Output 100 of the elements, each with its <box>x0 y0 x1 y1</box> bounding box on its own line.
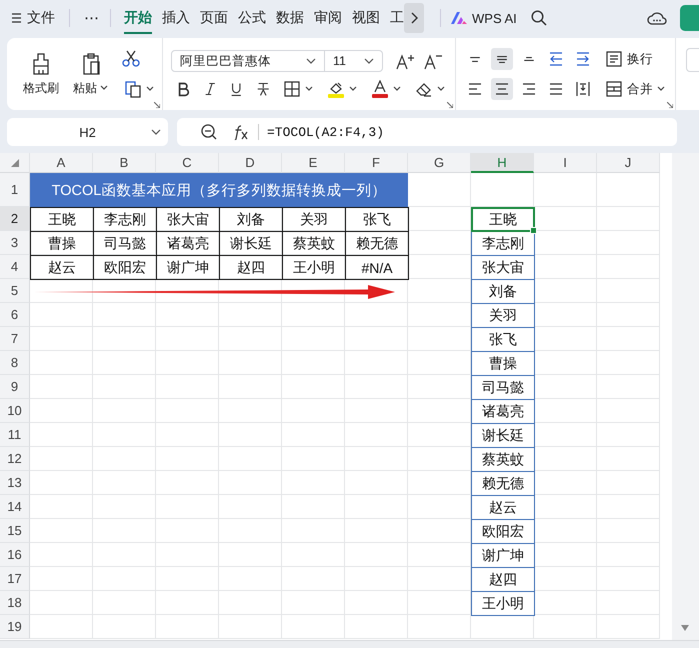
table-cell: 王小明 <box>471 591 535 616</box>
table-cell: 赵云 <box>30 255 94 280</box>
row-header[interactable]: 7 <box>0 327 30 351</box>
caret-icon <box>305 86 313 92</box>
align-middle-button[interactable] <box>491 48 513 70</box>
table-cell: 欧阳宏 <box>471 519 535 544</box>
caret-icon[interactable] <box>151 129 161 135</box>
zoom-out-icon[interactable] <box>201 124 217 140</box>
corner-triangle-icon <box>10 158 18 166</box>
fill-handle[interactable] <box>530 227 537 234</box>
chevron-right-icon <box>410 12 418 24</box>
merge-button[interactable]: 合并 <box>603 80 667 98</box>
decrease-font-icon[interactable] <box>423 52 443 70</box>
table-cell: 张飞 <box>471 327 535 352</box>
ribbon-tab[interactable]: 工 <box>390 2 404 34</box>
ribbon-tab[interactable]: 公式 <box>238 2 266 34</box>
formula-input[interactable]: =TOCOL(A2:F4,3) <box>267 124 384 140</box>
search-icon[interactable] <box>530 10 547 26</box>
align-center-button[interactable] <box>491 78 513 100</box>
caret-icon <box>393 86 401 92</box>
scissors-icon[interactable] <box>122 50 140 68</box>
table-cell: 张大宙 <box>471 255 535 280</box>
ai-logo-icon <box>451 12 467 24</box>
wrap-text-button[interactable]: 换行 <box>603 50 655 68</box>
row-header[interactable]: 4 <box>0 255 30 279</box>
file-menu[interactable]: 文件 <box>8 7 59 29</box>
table-cell: 张飞 <box>345 207 409 232</box>
column-header[interactable]: C <box>156 153 219 173</box>
column-header[interactable]: G <box>408 153 471 173</box>
row-header[interactable]: 13 <box>0 471 30 495</box>
row-header[interactable]: 1 <box>0 173 30 207</box>
cloud-icon[interactable] <box>647 10 667 26</box>
column-header[interactable]: I <box>534 153 597 173</box>
table-cell: 司马懿 <box>471 375 535 400</box>
table-cell: 李志刚 <box>471 231 535 256</box>
column-header[interactable]: D <box>219 153 282 173</box>
more-button[interactable]: ⋯ <box>80 7 104 29</box>
ribbon-tab[interactable]: 开始 <box>124 2 152 34</box>
row-header[interactable]: 16 <box>0 543 30 567</box>
row-header[interactable]: 15 <box>0 519 30 543</box>
row-header[interactable]: 12 <box>0 447 30 471</box>
row-header[interactable]: 17 <box>0 567 30 591</box>
fill-color-button[interactable] <box>325 80 359 98</box>
table-cell: 赖无德 <box>471 471 535 496</box>
scroll-tabs-button[interactable] <box>404 3 424 33</box>
table-cell: 赵四 <box>471 567 535 592</box>
row-header[interactable]: 2 <box>0 207 30 231</box>
ribbon-tab[interactable]: 审阅 <box>314 2 342 34</box>
caret-icon <box>100 85 108 91</box>
paste-button[interactable]: 粘贴 <box>69 50 112 98</box>
scroll-down-icon[interactable] <box>681 625 689 631</box>
row-header[interactable]: 18 <box>0 591 30 615</box>
fill-color-icon <box>327 80 345 98</box>
dialog-launcher-icon[interactable] <box>667 102 673 108</box>
row-header[interactable]: 8 <box>0 351 30 375</box>
font-name-dropdown[interactable]: 阿里巴巴普惠体 <box>171 50 325 72</box>
column-header[interactable]: H <box>471 153 534 173</box>
table-cell: 王晓 <box>30 207 94 232</box>
align-middle-icon <box>497 56 507 62</box>
name-box[interactable]: H2 <box>7 118 168 146</box>
merge-icon <box>605 80 623 98</box>
column-header[interactable]: B <box>93 153 156 173</box>
table-cell: 诸葛亮 <box>471 399 535 424</box>
align-bottom-icon <box>524 57 534 61</box>
select-all-button[interactable] <box>0 153 30 173</box>
column-header[interactable]: A <box>30 153 93 173</box>
column-header[interactable]: F <box>345 153 408 173</box>
table-cell: 谢长廷 <box>471 423 535 448</box>
dialog-launcher-icon[interactable] <box>154 102 160 108</box>
ribbon-tab[interactable]: 页面 <box>200 2 228 34</box>
increase-font-icon[interactable] <box>395 52 415 70</box>
wps-ai-button[interactable]: WPS AI <box>451 10 517 26</box>
font-color-button[interactable] <box>369 80 403 98</box>
row-header[interactable]: 6 <box>0 303 30 327</box>
row-header[interactable]: 9 <box>0 375 30 399</box>
row-header[interactable]: 10 <box>0 399 30 423</box>
ribbon-tab[interactable]: 数据 <box>276 2 304 34</box>
row-header[interactable]: 14 <box>0 495 30 519</box>
row-header[interactable]: 19 <box>0 615 30 639</box>
table-cell: 谢广坤 <box>471 543 535 568</box>
borders-icon <box>283 80 301 98</box>
row-header[interactable]: 3 <box>0 231 30 255</box>
format-painter-button[interactable]: 格式刷 <box>19 50 63 98</box>
ribbon-tab[interactable]: 插入 <box>162 2 190 34</box>
function-icon[interactable] <box>232 124 250 140</box>
caret-icon <box>657 86 665 92</box>
caret-icon <box>437 86 445 92</box>
table-cell: 蔡英蚊 <box>471 447 535 472</box>
ribbon-tab[interactable]: 视图 <box>352 2 380 34</box>
column-header[interactable]: J <box>597 153 660 173</box>
table-cell: 曹操 <box>471 351 535 376</box>
scrollbar[interactable] <box>672 153 699 640</box>
dialog-launcher-icon[interactable] <box>447 102 453 108</box>
column-header[interactable]: E <box>282 153 345 173</box>
row-header[interactable]: 11 <box>0 423 30 447</box>
table-cell: 赵云 <box>471 495 535 520</box>
table-cell: 刘备 <box>471 279 535 304</box>
font-size-dropdown[interactable]: 11 <box>325 50 383 72</box>
caret-icon <box>349 86 357 92</box>
row-header[interactable]: 5 <box>0 279 30 303</box>
